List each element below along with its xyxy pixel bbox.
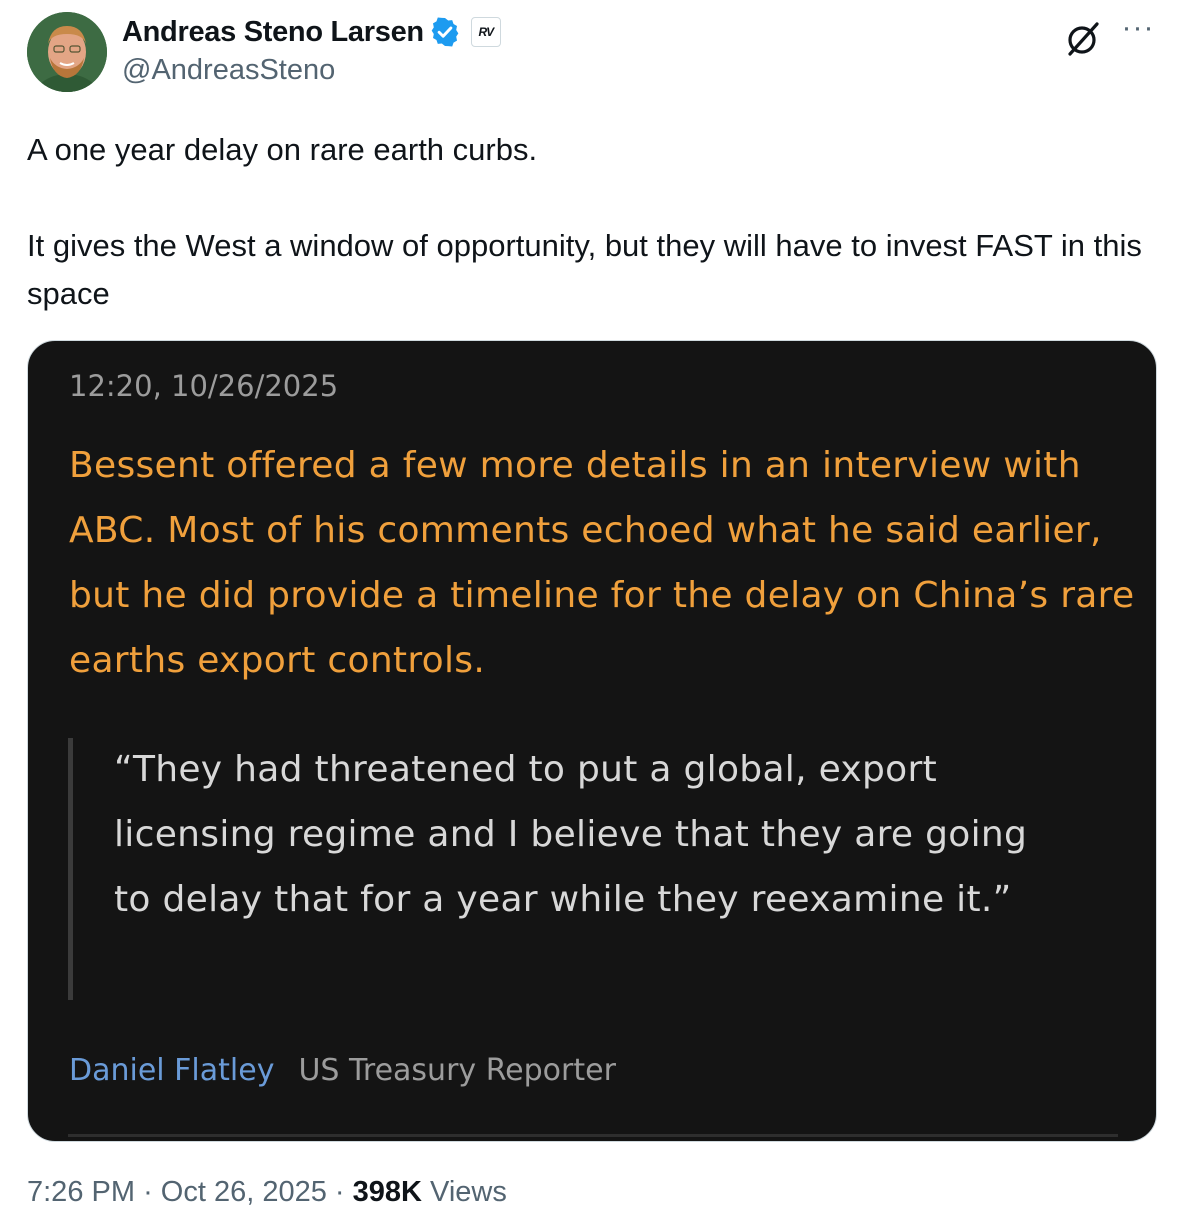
post-date[interactable]: Oct 26, 2025 [161, 1176, 327, 1208]
tweet-paragraph: A one year delay on rare earth curbs. [27, 132, 538, 167]
divider [68, 1134, 1118, 1137]
separator: · [334, 1176, 345, 1208]
views-count: 398K [352, 1176, 422, 1208]
verified-badge-icon[interactable] [429, 16, 461, 48]
tweet-paragraph: It gives the West a window of opportunit… [27, 228, 1142, 311]
media-image[interactable]: 12:20, 10/26/2025 Bessent offered a few … [27, 340, 1157, 1142]
media-headline: Bessent offered a few more details in an… [69, 445, 1135, 681]
views-label: Views [430, 1176, 507, 1208]
author-handle[interactable]: @AndreasSteno [122, 54, 335, 87]
author-row: Andreas Steno Larsen RV [122, 14, 501, 50]
quote-bar [68, 738, 73, 1000]
byline-author: Daniel Flatley [69, 1053, 275, 1088]
avatar[interactable] [27, 12, 107, 92]
more-options-icon[interactable]: ··· [1118, 13, 1158, 48]
media-quote: “They had threatened to put a global, ex… [114, 749, 1028, 920]
media-byline: Daniel Flatley US Treasury Reporter [69, 1053, 616, 1088]
author-display-name[interactable]: Andreas Steno Larsen [122, 16, 424, 49]
tweet-text: A one year delay on rare earth curbs. It… [27, 126, 1147, 318]
separator: · [143, 1176, 153, 1208]
post-time[interactable]: 7:26 PM [27, 1176, 135, 1208]
byline-role: US Treasury Reporter [298, 1053, 616, 1088]
media-timestamp: 12:20, 10/26/2025 [69, 369, 339, 403]
tweet-meta: 7:26 PM · Oct 26, 2025 · 398K Views [27, 1176, 507, 1209]
affiliation-badge[interactable]: RV [470, 17, 501, 47]
grok-icon[interactable] [1064, 18, 1104, 58]
